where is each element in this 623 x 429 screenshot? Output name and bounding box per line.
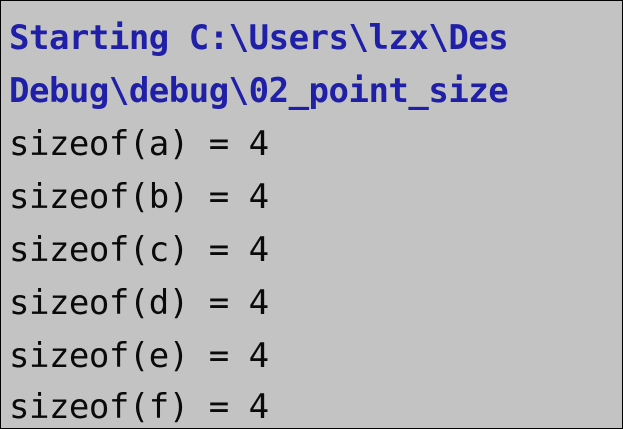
- console-output-line: sizeof(a) = 4: [9, 124, 269, 164]
- console-output-line: sizeof(e) = 4: [9, 336, 269, 376]
- console-output-pane[interactable]: Starting C:\Users\lzx\Des Debug\debug\02…: [0, 0, 623, 429]
- console-output-line: sizeof(c) = 4: [9, 230, 269, 270]
- console-header-line-1: Starting C:\Users\lzx\Des: [9, 18, 509, 58]
- console-output-line: sizeof(d) = 4: [9, 283, 269, 323]
- console-header-line-2: Debug\debug\02_point_size: [9, 71, 509, 111]
- console-output-line: sizeof(b) = 4: [9, 177, 269, 217]
- console-output-line: sizeof(f) = 4: [9, 387, 269, 427]
